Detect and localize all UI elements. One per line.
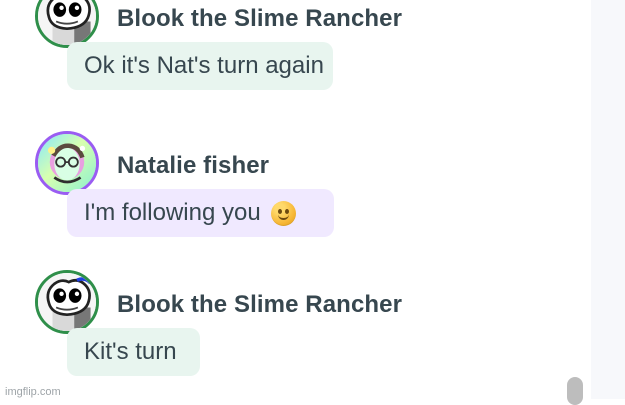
scrollbar-thumb[interactable] [567, 377, 583, 405]
natalie-avatar-icon[interactable] [35, 131, 99, 195]
chat-message: Blook the Slime Rancher Kit's turn [0, 270, 560, 390]
chat-message: Blook the Slime Rancher Ok it's Nat's tu… [0, 0, 560, 104]
sender-name[interactable]: Natalie fisher [117, 152, 269, 180]
chat-message-list: Blook the Slime Rancher Ok it's Nat's tu… [0, 0, 591, 399]
message-text: Ok it's Nat's turn again [84, 52, 324, 79]
message-text: Kit's turn [84, 338, 177, 365]
slightly-smiling-face-icon [270, 200, 296, 226]
message-bubble: I'm following you [67, 189, 334, 237]
chat-message: Natalie fisher I'm following you [0, 131, 560, 251]
sender-name[interactable]: Blook the Slime Rancher [117, 291, 402, 319]
right-sidebar-gutter [591, 0, 625, 399]
blook-avatar-icon[interactable] [35, 0, 99, 48]
blook-avatar-icon[interactable] [35, 270, 99, 334]
sender-name[interactable]: Blook the Slime Rancher [117, 5, 402, 33]
message-text: I'm following you [84, 199, 261, 226]
imgflip-watermark: imgflip.com [5, 386, 61, 398]
message-bubble: Kit's turn [67, 328, 200, 376]
message-bubble: Ok it's Nat's turn again [67, 42, 333, 90]
